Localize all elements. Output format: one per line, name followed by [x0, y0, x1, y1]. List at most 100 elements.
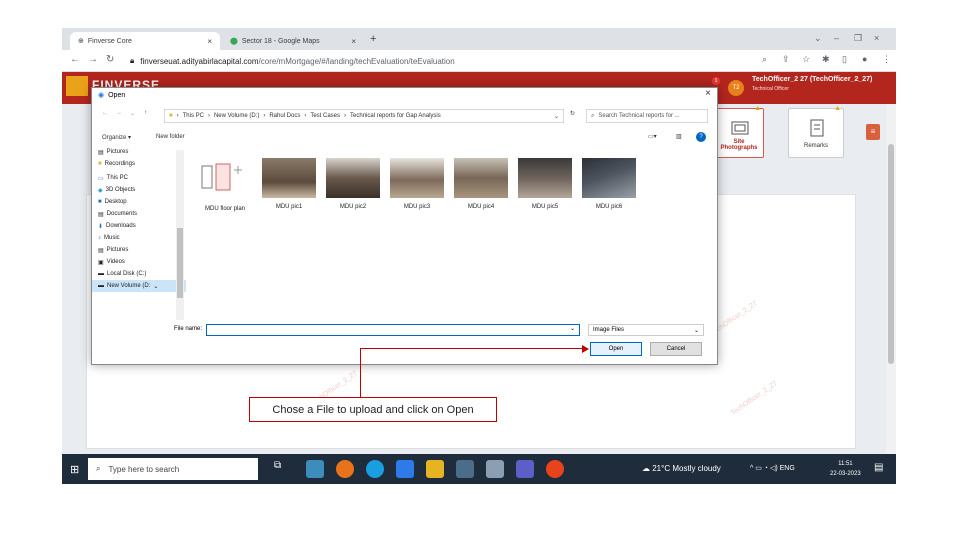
preview-pane-icon[interactable]: ▥: [676, 133, 682, 140]
minimize-button[interactable]: –: [834, 33, 839, 43]
avatar[interactable]: T2: [728, 80, 744, 96]
share-icon[interactable]: ⇪: [782, 54, 790, 65]
zoom-icon[interactable]: ⌕: [762, 54, 767, 65]
chrome-icon[interactable]: [546, 460, 564, 478]
chevron-down-icon[interactable]: ⌄: [130, 110, 135, 117]
new-folder-button[interactable]: New folder: [156, 134, 185, 140]
drive-icon: ▬: [98, 283, 104, 289]
profile-icon[interactable]: ●: [862, 54, 867, 64]
remarks-card[interactable]: ▲ Remarks: [788, 105, 844, 158]
browser-toolbar: ← → ↻ 🔒︎ finverseuat.adityabirlacapital.…: [62, 50, 896, 72]
globe-icon: ⊕: [78, 38, 84, 45]
file-name: MDU pic2: [339, 204, 367, 210]
forward-arrow-icon[interactable]: →: [116, 110, 122, 116]
tree-item[interactable]: ▬ Local Disk (C:): [92, 268, 186, 280]
outlook-icon[interactable]: [306, 460, 324, 478]
open-button[interactable]: Open: [590, 342, 642, 356]
bookmark-star-icon[interactable]: ☆: [802, 54, 810, 65]
back-arrow-icon[interactable]: ←: [102, 110, 108, 116]
teams-icon[interactable]: [516, 460, 534, 478]
tree-item[interactable]: ⬇ Downloads: [92, 220, 186, 232]
tree-item[interactable]: ♪ Music: [92, 232, 186, 244]
cancel-button[interactable]: Cancel: [650, 342, 702, 356]
up-arrow-icon[interactable]: ↑: [144, 110, 147, 116]
breadcrumb-item[interactable]: Technical reports for Gap Analysis: [350, 113, 441, 119]
chevron-down-icon: ⌄: [693, 327, 699, 334]
chevron-down-icon[interactable]: ⌄: [570, 325, 575, 332]
card-label: Remarks: [803, 143, 828, 149]
file-item[interactable]: MDU pic3: [388, 158, 446, 218]
extensions-icon[interactable]: ✱: [822, 54, 830, 65]
breadcrumb-item[interactable]: Test Cases: [310, 113, 340, 119]
tree-item[interactable]: ▤ Documents: [92, 208, 186, 220]
file-item[interactable]: MDU pic1: [260, 158, 318, 218]
calculator-icon[interactable]: [456, 460, 474, 478]
ie-icon[interactable]: [396, 460, 414, 478]
3d-objects-icon: ◆: [98, 187, 103, 194]
notification-center-icon[interactable]: ▤: [874, 462, 883, 473]
site-photographs-card[interactable]: ▲ Site Photographs: [714, 105, 764, 158]
sidepanel-icon[interactable]: ▯: [842, 54, 847, 65]
chevron-down-icon[interactable]: ⌄: [554, 113, 563, 120]
tab-title: Finverse Core: [87, 37, 132, 45]
chevron-down-icon[interactable]: ⌄: [814, 33, 822, 44]
close-icon[interactable]: ×: [705, 88, 711, 99]
tab-finverse-core[interactable]: ⊕ Finverse Core ×: [70, 32, 220, 50]
file-name-input[interactable]: ⌄: [206, 324, 580, 336]
taskbar-search-placeholder: Type here to search: [108, 464, 180, 474]
file-item[interactable]: MDU floor plan: [196, 158, 254, 218]
notification-badge[interactable]: 1: [712, 77, 720, 85]
help-icon[interactable]: ?: [696, 132, 706, 142]
tree-item[interactable]: ■ Recordings: [92, 158, 186, 170]
edge-icon[interactable]: [366, 460, 384, 478]
organize-menu[interactable]: Organize ▾: [102, 134, 131, 141]
tree-item[interactable]: ■ Desktop: [92, 196, 186, 208]
file-item[interactable]: MDU pic2: [324, 158, 382, 218]
breadcrumb[interactable]: ■ › This PC › New Volume (D:) › Rahul Do…: [164, 109, 564, 123]
breadcrumb-item[interactable]: This PC: [183, 113, 204, 119]
scroll-thumb[interactable]: [177, 228, 183, 298]
search-input[interactable]: ⌕ Search Technical reports for ...: [586, 109, 708, 123]
restore-button[interactable]: ❐: [854, 33, 862, 44]
tab-close-icon[interactable]: ×: [207, 37, 212, 46]
scroll-thumb[interactable]: [888, 144, 894, 364]
user-name: TechOfficer_2 27 (TechOfficer_2_27): [752, 76, 873, 83]
refresh-icon[interactable]: ↻: [570, 110, 575, 117]
side-drawer-button[interactable]: ≡: [866, 124, 880, 140]
forward-arrow-icon[interactable]: →: [88, 54, 98, 65]
new-tab-button[interactable]: +: [370, 33, 376, 45]
tree-item[interactable]: ▣ Videos: [92, 256, 186, 268]
task-view-icon[interactable]: ⧉: [274, 460, 292, 478]
tab-google-maps[interactable]: ⬤ Sector 18 - Google Maps ×: [222, 32, 364, 50]
tree-item[interactable]: ◆ 3D Objects: [92, 184, 186, 196]
taskbar-search-input[interactable]: ⌕ Type here to search: [88, 458, 258, 480]
tab-close-icon[interactable]: ×: [351, 37, 356, 46]
tree-item-selected[interactable]: ▬ New Volume (D: ⌄: [92, 280, 186, 292]
weather-widget[interactable]: ☁ 21°C Mostly cloudy: [642, 464, 721, 473]
file-type-select[interactable]: Image Files ⌄: [588, 324, 704, 336]
menu-kebab-icon[interactable]: ⋮: [882, 54, 891, 65]
firefox-icon[interactable]: [336, 460, 354, 478]
back-arrow-icon[interactable]: ←: [70, 54, 80, 65]
chrome-icon: ◉: [98, 92, 105, 99]
file-item[interactable]: MDU pic5: [516, 158, 574, 218]
reload-icon[interactable]: ↻: [106, 54, 114, 65]
tree-scrollbar[interactable]: [176, 150, 184, 320]
breadcrumb-item[interactable]: New Volume (D:): [214, 113, 259, 119]
view-options-icon[interactable]: ▭▾: [648, 133, 657, 140]
file-item[interactable]: MDU pic4: [452, 158, 510, 218]
address-bar[interactable]: 🔒︎ finverseuat.adityabirlacapital.com/co…: [130, 53, 750, 69]
snipping-tool-icon[interactable]: [486, 460, 504, 478]
tree-item[interactable]: ▤ Pictures: [92, 244, 186, 256]
close-window-button[interactable]: ×: [874, 33, 879, 43]
file-item[interactable]: MDU pic6: [580, 158, 638, 218]
breadcrumb-item[interactable]: Rahul Docs: [269, 113, 300, 119]
tree-item[interactable]: ▤ Pictures: [92, 146, 186, 158]
windows-start-icon[interactable]: ⊞: [70, 463, 79, 476]
tree-item[interactable]: ▭ This PC: [92, 172, 186, 184]
file-explorer-icon[interactable]: [426, 460, 444, 478]
taskbar-clock[interactable]: 11:51 22-03-2023: [830, 459, 861, 479]
system-tray[interactable]: ^ ▭ ◔ ◁) ENG: [750, 464, 795, 472]
page-scrollbar[interactable]: [886, 104, 896, 454]
floor-plan-thumbnail: [201, 163, 242, 191]
